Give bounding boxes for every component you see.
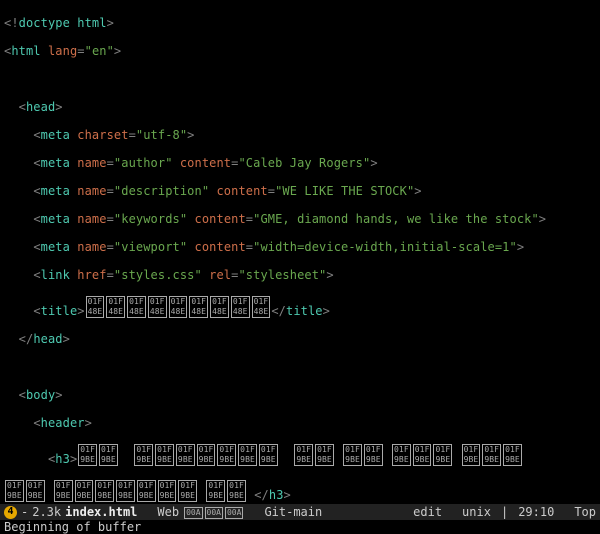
edit-state: edit (413, 505, 442, 519)
modeline-glyphs: 00A00A00A (183, 505, 244, 519)
buffer-name[interactable]: index.html (65, 505, 137, 519)
line-col: 29:10 (518, 505, 554, 519)
vc-branch[interactable]: Git-main (264, 505, 322, 519)
modeline-dash: - (21, 505, 28, 519)
h3-emoji-glyphs-1: 01F9BE01F9BE (77, 452, 119, 466)
encoding: unix (462, 505, 491, 519)
scroll-pos: Top (574, 505, 596, 519)
buffer-size: 2.3k (32, 505, 61, 519)
title-emoji-glyphs: 01F48E01F48E01F48E01F48E01F48E01F48E01F4… (85, 304, 272, 318)
h3-emoji-glyphs-2: 01F9BE01F9BE (4, 488, 46, 502)
echo-area: Beginning of buffer (0, 520, 600, 534)
mode-line[interactable]: 4 - 2.3k index.html Web 00A00A00A Git-ma… (0, 504, 600, 520)
flycheck-indicator[interactable]: 4 (4, 506, 17, 519)
major-mode[interactable]: Web (157, 505, 179, 519)
editor-buffer[interactable]: <!doctype html> <html lang="en"> <head> … (0, 0, 600, 534)
